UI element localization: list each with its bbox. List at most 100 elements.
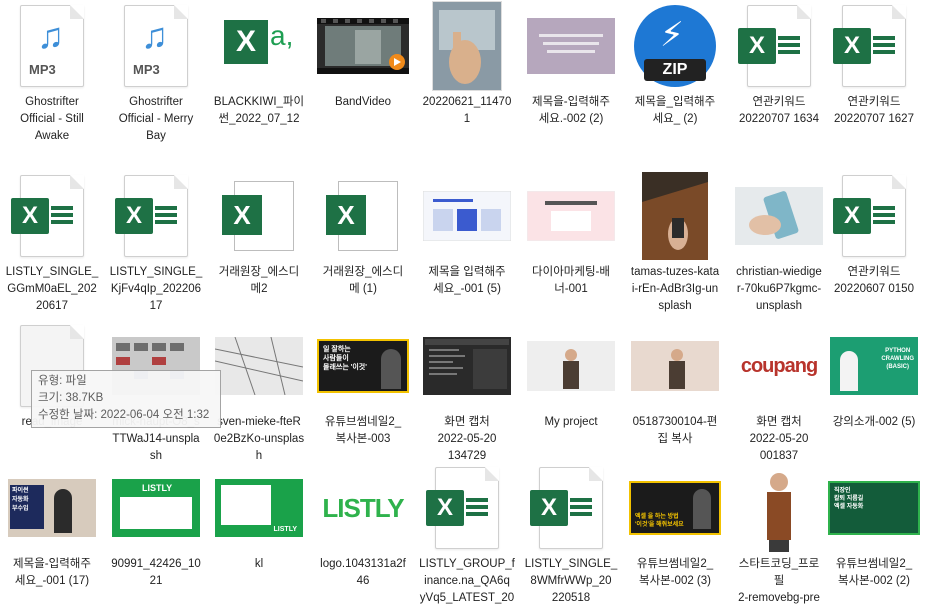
excel-icon: X	[0, 170, 104, 262]
file-name: 90991_42426_10 21	[111, 558, 201, 587]
video-thumbnail	[311, 0, 415, 92]
file-item[interactable]: LISTLY kl	[207, 462, 311, 612]
file-item[interactable]: 다이아마케팅-배 너-001	[519, 170, 623, 320]
slide-thumbnail	[415, 170, 519, 262]
file-item[interactable]: My project	[519, 320, 623, 470]
youtube-thumbnail: 직장인 칼퇴 지름길 엑셀 자동화	[822, 462, 926, 554]
youtube-thumbnail: 엑셀 을 하는 방법 '이것'을 해줘보세요	[623, 462, 727, 554]
file-item[interactable]: sven-mieke-fteR 0e2BzKo-unsplas h	[207, 320, 311, 470]
excel-icon: X	[822, 0, 926, 92]
excel-icon: X	[415, 462, 519, 554]
file-name: Ghostrifter Official - Merry Bay	[118, 96, 194, 142]
file-item[interactable]: ♫ MP3 Ghostrifter Official - Merry Bay	[104, 0, 208, 150]
file-item[interactable]: X LISTLY_SINGLE_ 8WMfrWWp_20 220518	[519, 462, 623, 612]
file-item[interactable]: X 연관키워드 20220707 1634	[727, 0, 831, 150]
file-name: 거래원장_에스디 메 (1)	[322, 266, 404, 295]
file-name: My project	[544, 416, 598, 428]
listly-thumbnail: LISTLY	[207, 462, 311, 554]
photo-thumbnail	[207, 320, 311, 412]
tooltip-type: 유형: 파일	[38, 375, 87, 387]
file-item[interactable]: tamas-tuzes-kata i-rEn-AdBr3Ig-un splash	[623, 170, 727, 320]
photo-thumbnail	[623, 170, 727, 262]
file-name: 연관키워드 20220707 1634	[739, 96, 819, 125]
screenshot-thumbnail	[415, 320, 519, 412]
zip-icon: ⚡ ZIP	[623, 0, 727, 92]
file-name: 화면 캡처 2022-05-20 134729	[437, 416, 497, 462]
file-name: 다이아마케팅-배 너-001	[532, 266, 610, 295]
tooltip-size: 크기: 38.7KB	[38, 392, 104, 404]
file-item[interactable]: X LISTLY_SINGLE_ GGmM0aEL_202 20617	[0, 170, 104, 320]
file-item[interactable]: X LISTLY_GROUP_f inance.na_QA6q yVq5_LAT…	[415, 462, 519, 612]
file-name: 05187300104-편 집 복사	[632, 416, 718, 445]
file-name: BandVideo	[334, 96, 392, 108]
file-name: LISTLY_SINGLE_ 8WMfrWWp_20 220518	[524, 558, 618, 604]
excel-icon: X	[822, 170, 926, 262]
file-name: 강의소개-002 (5)	[832, 416, 916, 428]
file-tooltip: 유형: 파일 크기: 38.7KB 수정한 날짜: 2022-06-04 오전 …	[31, 370, 221, 428]
file-name: Ghostrifter Official - Still Awake	[20, 96, 84, 142]
file-name: kl	[254, 558, 264, 570]
file-grid: ♫ MP3 Ghostrifter Official - Still Awake …	[0, 0, 926, 611]
image-thumbnail	[519, 0, 623, 92]
excel-icon: X	[727, 0, 831, 92]
file-name: 제목을 입력해주 세요_-001 (5)	[428, 266, 506, 295]
file-item[interactable]: X 연관키워드 20220707 1627	[822, 0, 926, 150]
person-cutout	[727, 462, 831, 554]
person-thumbnail: PYTHON CRAWLING (BASIC)	[822, 320, 926, 412]
file-item[interactable]: ⚡ ZIP 제목을_입력해주 세요_ (2)	[623, 0, 727, 150]
file-name: 화면 캡처 2022-05-20 001837	[749, 416, 809, 462]
photo-thumbnail	[727, 170, 831, 262]
file-name: LISTLY_GROUP_f inance.na_QA6q yVq5_LATES…	[419, 558, 515, 604]
file-name: BLACKKIWI_파이 썬_2022_07_12	[213, 96, 305, 125]
file-name: sven-mieke-fteR 0e2BzKo-unsplas h	[213, 416, 305, 462]
person-thumbnail: 파이썬 자동화 부수입	[0, 462, 104, 554]
file-item[interactable]: X 연관키워드 20220607 0150	[822, 170, 926, 320]
file-item[interactable]: PYTHON CRAWLING (BASIC) 강의소개-002 (5)	[822, 320, 926, 470]
file-item[interactable]: 직장인 칼퇴 지름길 엑셀 자동화 유튜브썸네일2_ 복사본-002 (2)	[822, 462, 926, 612]
file-item[interactable]: 20220621_11470 1	[415, 0, 519, 150]
file-item[interactable]: 일 잘하는 사람들이 몰래쓰는 '이것' 유튜브썸네일2_ 복사본-003	[311, 320, 415, 470]
listly-logo: LISTLY	[322, 492, 404, 523]
file-name: tamas-tuzes-kata i-rEn-AdBr3Ig-un splash	[630, 266, 720, 312]
file-item[interactable]: LISTLY 90991_42426_10 21	[104, 462, 208, 612]
file-item[interactable]: ♫ MP3 Ghostrifter Official - Still Awake	[0, 0, 104, 150]
file-item[interactable]: Xa, BLACKKIWI_파이 썬_2022_07_12	[207, 0, 311, 150]
file-item[interactable]: 엑셀 을 하는 방법 '이것'을 해줘보세요 유튜브썸네일2_ 복사본-002 …	[623, 462, 727, 612]
file-name: 거래원장_에스디 메2	[218, 266, 300, 295]
file-name: 유튜브썸네일2_ 복사본-003	[324, 416, 402, 445]
excel-csv-icon: Xa,	[207, 0, 311, 92]
file-item[interactable]: X LISTLY_SINGLE_ KjFv4qIp_202206 17	[104, 170, 208, 320]
file-item[interactable]: LISTLY logo.1043131a2f 46	[311, 462, 415, 612]
file-name: 연관키워드 20220707 1627	[834, 96, 914, 125]
excel-doc-icon: X	[311, 170, 415, 262]
file-item[interactable]: X 거래원장_에스디 메 (1)	[311, 170, 415, 320]
mp3-icon: ♫ MP3	[0, 0, 104, 92]
file-name: LISTLY_SINGLE_ KjFv4qIp_202206 17	[109, 266, 203, 312]
file-item[interactable]: coupang 화면 캡처 2022-05-20 001837	[727, 320, 831, 470]
file-name: 스타트코딩_프로 필 2-removebg-pre	[738, 558, 820, 604]
file-item[interactable]: christian-wiedige r-70ku6P7kgmc- unsplas…	[727, 170, 831, 320]
file-item[interactable]: 제목을 입력해주 세요_-001 (5)	[415, 170, 519, 320]
file-name: 20220621_11470 1	[422, 96, 512, 125]
file-item[interactable]: X 거래원장_에스디 메2	[207, 170, 311, 320]
excel-doc-icon: X	[207, 170, 311, 262]
file-name: christian-wiedige r-70ku6P7kgmc- unsplas…	[736, 266, 822, 312]
file-name: 연관키워드 20220607 0150	[834, 266, 914, 295]
youtube-thumbnail: 일 잘하는 사람들이 몰래쓰는 '이것'	[311, 320, 415, 412]
file-name: LISTLY_SINGLE_ GGmM0aEL_202 20617	[5, 266, 99, 312]
file-name: 유튜브썸네일2_ 복사본-002 (3)	[636, 558, 714, 587]
file-item[interactable]: 스타트코딩_프로 필 2-removebg-pre	[727, 462, 831, 612]
file-name: 유튜브썸네일2_ 복사본-002 (2)	[835, 558, 913, 587]
excel-icon: X	[519, 462, 623, 554]
coupang-thumbnail: coupang	[740, 354, 818, 377]
file-item[interactable]: BandVideo	[311, 0, 415, 150]
file-item[interactable]: 제목을-입력해주 세요.-002 (2)	[519, 0, 623, 150]
file-item[interactable]: 파이썬 자동화 부수입 제목을-입력해주 세요_-001 (17)	[0, 462, 104, 612]
person-thumbnail	[623, 320, 727, 412]
file-item[interactable]: 화면 캡처 2022-05-20 134729	[415, 320, 519, 470]
person-thumbnail	[519, 320, 623, 412]
file-name: 제목을-입력해주 세요_-001 (17)	[13, 558, 91, 587]
file-item[interactable]: 05187300104-편 집 복사	[623, 320, 727, 470]
tooltip-modified: 수정한 날짜: 2022-06-04 오전 1:32	[38, 409, 210, 421]
listly-thumbnail: LISTLY	[104, 462, 208, 554]
